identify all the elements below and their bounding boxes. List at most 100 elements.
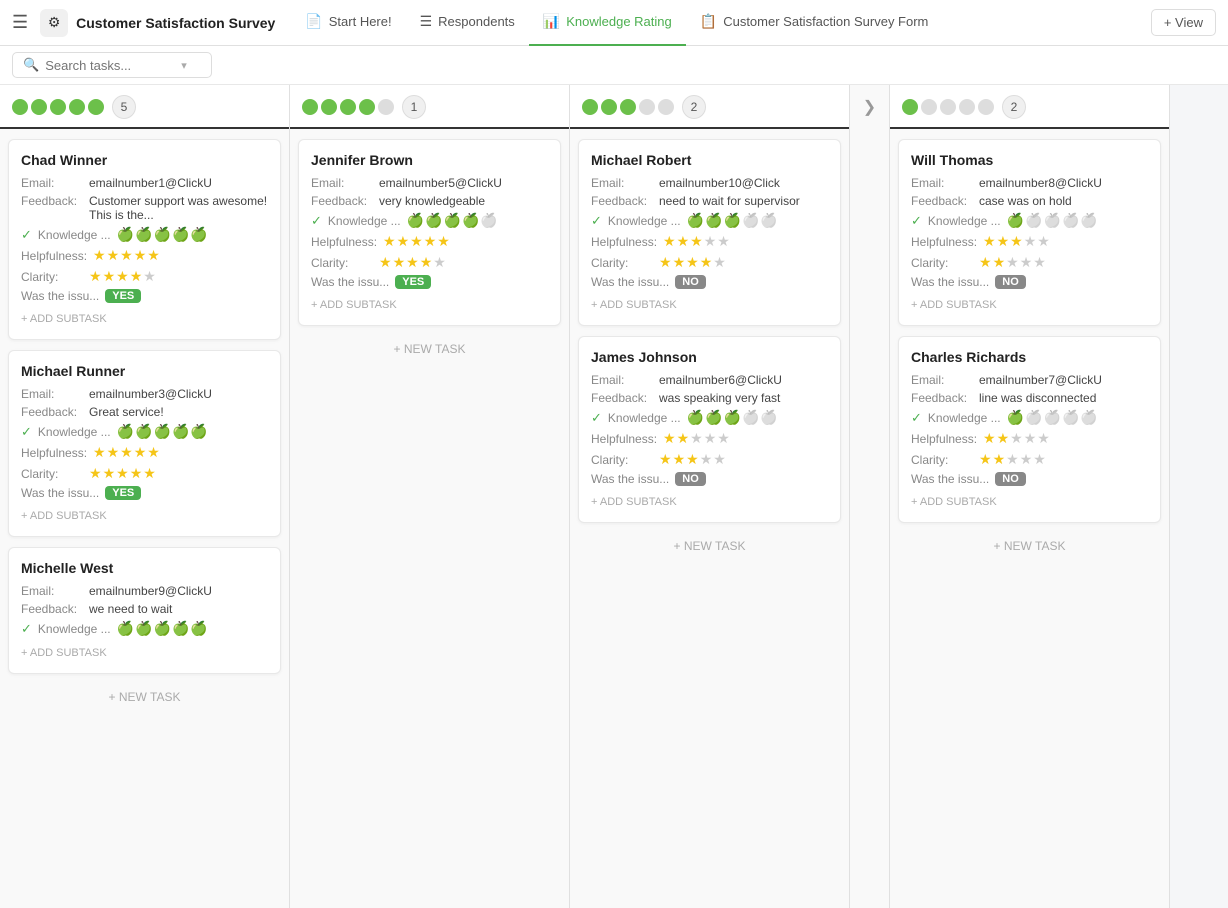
knowledge-label: Knowledge ... — [928, 214, 1001, 228]
view-button[interactable]: + View — [1151, 9, 1216, 36]
card-title: Charles Richards — [911, 349, 1148, 365]
task-card: Michael Robert Email: emailnumber10@Clic… — [578, 139, 841, 326]
board-column-col1: 2 Will Thomas Email: emailnumber8@ClickU… — [890, 85, 1170, 908]
clarity-label: Clarity: — [21, 270, 83, 284]
email-label: Email: — [911, 373, 973, 387]
issue-label: Was the issu... — [591, 275, 669, 289]
add-subtask-button[interactable]: + ADD SUBTASK — [591, 293, 828, 313]
nav-tab-form[interactable]: 📋Customer Satisfaction Survey Form — [686, 0, 943, 46]
feedback-value: need to wait for supervisor — [659, 194, 800, 208]
knowledge-label: Knowledge ... — [328, 214, 401, 228]
count-badge: 2 — [682, 95, 706, 119]
email-value: emailnumber3@ClickU — [89, 387, 212, 401]
card-title: Will Thomas — [911, 152, 1148, 168]
chevron-down-icon[interactable]: ▾ — [181, 59, 187, 72]
app-icon: ⚙ — [40, 9, 68, 37]
add-subtask-button[interactable]: + ADD SUBTASK — [21, 307, 268, 327]
feedback-label: Feedback: — [21, 194, 83, 208]
start-icon: 📄 — [305, 13, 322, 30]
feedback-value: was speaking very fast — [659, 391, 780, 405]
nav-tab-start[interactable]: 📄 Start Here! — [291, 0, 405, 46]
board-column-col5: 5 Chad Winner Email: emailnumber1@ClickU… — [0, 85, 290, 908]
new-task-button[interactable]: + NEW TASK — [898, 533, 1161, 559]
hamburger-icon[interactable]: ☰ — [12, 12, 28, 33]
email-value: emailnumber1@ClickU — [89, 176, 212, 190]
issue-label: Was the issu... — [21, 289, 99, 303]
feedback-value: line was disconnected — [979, 391, 1096, 405]
clarity-label: Clarity: — [591, 256, 653, 270]
email-value: emailnumber6@ClickU — [659, 373, 782, 387]
check-icon: ✓ — [911, 213, 922, 229]
column-body-col3: Michael Robert Email: emailnumber10@Clic… — [570, 129, 849, 908]
check-icon: ✓ — [591, 410, 602, 426]
card-title: Michelle West — [21, 560, 268, 576]
count-badge: 1 — [402, 95, 426, 119]
feedback-label: Feedback: — [311, 194, 373, 208]
feedback-label: Feedback: — [911, 391, 973, 405]
task-card: Chad Winner Email: emailnumber1@ClickU F… — [8, 139, 281, 340]
issue-label: Was the issu... — [911, 472, 989, 486]
email-label: Email: — [911, 176, 973, 190]
helpfulness-label: Helpfulness: — [591, 235, 657, 249]
nav-tab-respondents[interactable]: ☰Respondents — [406, 0, 529, 46]
task-card: Michael Runner Email: emailnumber3@Click… — [8, 350, 281, 537]
column-header-col3: 2 — [570, 85, 849, 129]
new-task-button[interactable]: + NEW TASK — [298, 336, 561, 362]
add-subtask-button[interactable]: + ADD SUBTASK — [311, 293, 548, 313]
email-label: Email: — [591, 176, 653, 190]
feedback-value: Great service! — [89, 405, 164, 419]
issue-label: Was the issu... — [911, 275, 989, 289]
feedback-value: Customer support was awesome! This is th… — [89, 194, 268, 222]
feedback-label: Feedback: — [591, 194, 653, 208]
column-header-col4: 1 — [290, 85, 569, 129]
column-body-col4: Jennifer Brown Email: emailnumber5@Click… — [290, 129, 569, 908]
feedback-value: we need to wait — [89, 602, 172, 616]
nav-tab-label-form: Customer Satisfaction Survey Form — [723, 14, 928, 29]
add-subtask-button[interactable]: + ADD SUBTASK — [591, 490, 828, 510]
new-task-button[interactable]: + NEW TASK — [8, 684, 281, 710]
feedback-label: Feedback: — [21, 602, 83, 616]
count-badge: 2 — [1002, 95, 1026, 119]
card-title: Michael Runner — [21, 363, 268, 379]
email-label: Email: — [311, 176, 373, 190]
board-column-col3: 2 Michael Robert Email: emailnumber10@Cl… — [570, 85, 850, 908]
feedback-label: Feedback: — [591, 391, 653, 405]
check-icon: ✓ — [21, 227, 32, 243]
add-subtask-button[interactable]: + ADD SUBTASK — [911, 293, 1148, 313]
task-card: Charles Richards Email: emailnumber7@Cli… — [898, 336, 1161, 523]
add-subtask-button[interactable]: + ADD SUBTASK — [911, 490, 1148, 510]
issue-label: Was the issu... — [21, 486, 99, 500]
task-card: Michelle West Email: emailnumber9@ClickU… — [8, 547, 281, 674]
add-subtask-button[interactable]: + ADD SUBTASK — [21, 641, 268, 661]
check-icon: ✓ — [21, 621, 32, 637]
knowledge-label: Knowledge ... — [38, 228, 111, 242]
feedback-label: Feedback: — [21, 405, 83, 419]
board-container: 5 Chad Winner Email: emailnumber1@ClickU… — [0, 85, 1228, 908]
email-label: Email: — [21, 387, 83, 401]
email-label: Email: — [21, 584, 83, 598]
email-value: emailnumber10@Click — [659, 176, 780, 190]
app-title: Customer Satisfaction Survey — [76, 15, 275, 31]
nav-tab-knowledge[interactable]: 📊Knowledge Rating — [529, 0, 686, 46]
search-icon: 🔍 — [23, 57, 39, 73]
search-bar: 🔍 ▾ — [0, 46, 1228, 85]
nav-tabs: 📄 Start Here! ☰Respondents📊Knowledge Ratin… — [291, 0, 942, 46]
column-body-col5: Chad Winner Email: emailnumber1@ClickU F… — [0, 129, 289, 908]
email-label: Email: — [591, 373, 653, 387]
helpfulness-label: Helpfulness: — [21, 446, 87, 460]
new-task-button[interactable]: + NEW TASK — [578, 533, 841, 559]
email-label: Email: — [21, 176, 83, 190]
issue-label: Was the issu... — [591, 472, 669, 486]
top-bar: ☰ ⚙ Customer Satisfaction Survey 📄 Start … — [0, 0, 1228, 46]
search-input[interactable] — [45, 58, 175, 73]
nav-tab-label-respondents: Respondents — [438, 14, 515, 29]
card-title: Jennifer Brown — [311, 152, 548, 168]
email-value: emailnumber5@ClickU — [379, 176, 502, 190]
task-card: Will Thomas Email: emailnumber8@ClickU F… — [898, 139, 1161, 326]
add-subtask-button[interactable]: + ADD SUBTASK — [21, 504, 268, 524]
expand-icon[interactable]: ❯ — [863, 97, 876, 117]
check-icon: ✓ — [311, 213, 322, 229]
email-value: emailnumber8@ClickU — [979, 176, 1102, 190]
nav-tab-label-start: Start Here! — [329, 14, 392, 29]
column-expand[interactable]: ❯ — [850, 85, 890, 908]
